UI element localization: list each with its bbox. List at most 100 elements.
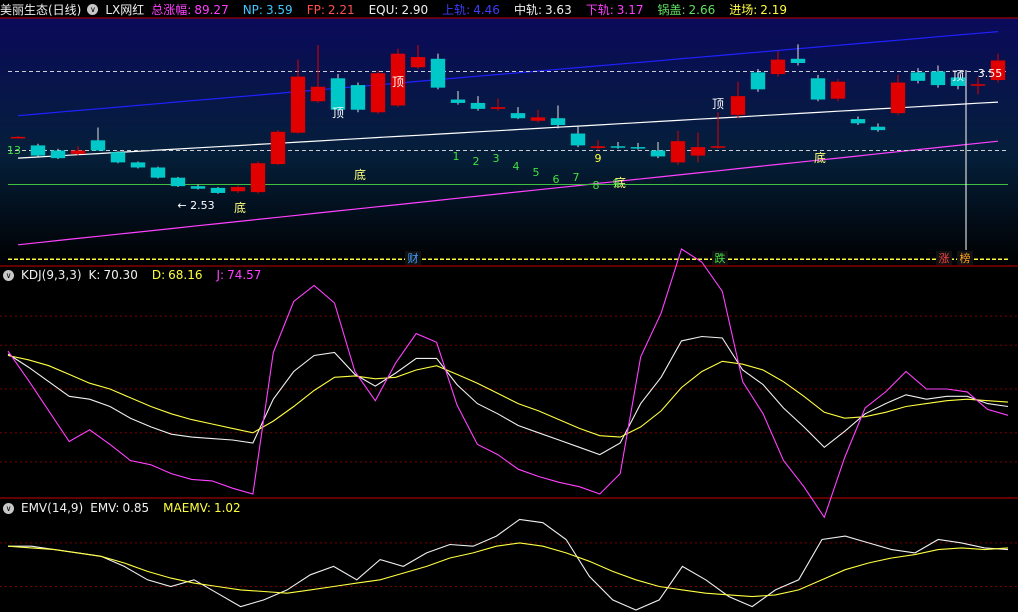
bottom-signal-label: 底 bbox=[234, 200, 246, 215]
main-item: FP: 2.21 bbox=[307, 3, 362, 17]
kdj-menu-icon[interactable]: ∨ bbox=[3, 269, 14, 281]
emv-series-emv bbox=[8, 518, 1009, 611]
candle-body bbox=[90, 140, 106, 151]
candle-body bbox=[130, 162, 146, 168]
main-item: 进场: 2.19 bbox=[729, 3, 794, 17]
emv-title[interactable]: EMV(14,9) bbox=[21, 501, 83, 515]
candle-body bbox=[550, 118, 566, 126]
emv-value: 0.85 bbox=[122, 501, 150, 515]
candle-body bbox=[430, 58, 446, 88]
main-item: EQU: 2.90 bbox=[369, 3, 436, 17]
main-label: 锅盖: bbox=[657, 2, 686, 17]
candle-body bbox=[150, 167, 166, 178]
candle-body bbox=[250, 163, 266, 193]
candle-body bbox=[690, 147, 706, 156]
candle-body bbox=[350, 85, 366, 110]
top-signal-label: 顶 bbox=[332, 106, 344, 120]
candle bbox=[110, 151, 126, 164]
main-value: 3.63 bbox=[544, 2, 572, 17]
candle-body bbox=[50, 150, 66, 159]
emv-series-maemv bbox=[7, 542, 1009, 598]
main-label: 进场: bbox=[729, 2, 758, 17]
emv-menu-icon[interactable]: ∨ bbox=[3, 502, 14, 514]
emv-values: EMV: 0.85 MAEMV: 1.02 bbox=[90, 501, 254, 515]
count-label: 3 bbox=[493, 152, 500, 165]
candle-body bbox=[530, 117, 546, 121]
candle-body bbox=[910, 72, 926, 81]
main-value: 2.21 bbox=[327, 2, 355, 17]
top-signal-label: 顶 bbox=[952, 69, 964, 83]
candle bbox=[150, 166, 166, 179]
candle-body bbox=[770, 59, 786, 75]
main-value: 2.90 bbox=[401, 2, 429, 17]
count-label: 13 bbox=[7, 144, 21, 157]
kdj-item: J: 74.57 bbox=[216, 268, 268, 282]
main-label: 下轨: bbox=[585, 2, 614, 17]
candle-body bbox=[870, 126, 886, 131]
emv-label: EMV: bbox=[90, 501, 120, 515]
candle-body bbox=[210, 187, 226, 193]
candle-body bbox=[750, 72, 766, 90]
emv-indicator-bar: ∨ EMV(14,9) EMV: 0.85 MAEMV: 1.02 bbox=[0, 499, 262, 517]
candle bbox=[810, 74, 826, 102]
bottom-signal-label: 底 bbox=[814, 150, 826, 165]
indicator-name[interactable]: LX网红 bbox=[105, 1, 144, 18]
main-label: 总涨幅: bbox=[151, 2, 192, 17]
chart-canvas[interactable]: 顶顶顶顶底底底底1 2 34 56 78 9913← 2.533.55财跌涨榜 bbox=[0, 0, 1018, 612]
main-item: 上轨: 4.46 bbox=[442, 3, 507, 17]
candle bbox=[370, 70, 386, 114]
kdj-series-k bbox=[7, 335, 1009, 456]
main-indicator-values: 总涨幅: 89.27 NP: 3.59 FP: 2.21 EQU: 2.90 上轨: 4.46 中轨… bbox=[151, 1, 801, 18]
candle-body bbox=[890, 82, 906, 114]
main-label: FP: bbox=[306, 2, 325, 17]
candle-body bbox=[290, 76, 306, 133]
candle bbox=[170, 176, 186, 188]
top-signal-label: 顶 bbox=[392, 75, 404, 89]
candle-body bbox=[10, 136, 26, 139]
candle-body bbox=[650, 150, 666, 157]
candle bbox=[350, 82, 366, 113]
candle-body bbox=[610, 146, 626, 148]
candle-body bbox=[170, 177, 186, 187]
candle-body bbox=[810, 78, 826, 100]
high-price-label: 3.55 bbox=[978, 67, 1003, 80]
candle-body bbox=[730, 96, 746, 115]
main-value: 3.17 bbox=[616, 2, 644, 17]
candle-body bbox=[110, 152, 126, 163]
emv-item: MAEMV: 1.02 bbox=[163, 501, 248, 515]
candle-body bbox=[490, 107, 506, 109]
stock-name[interactable]: 美丽生态(日线) bbox=[0, 1, 81, 18]
candle-body bbox=[710, 146, 726, 148]
kdj-title[interactable]: KDJ(9,3,3) bbox=[21, 268, 82, 282]
candle-body bbox=[970, 84, 986, 86]
candle bbox=[830, 79, 846, 102]
count-label: 7 bbox=[573, 171, 580, 184]
count-label: 9 bbox=[595, 152, 602, 165]
candle-body bbox=[510, 113, 526, 119]
kdj-series-j bbox=[7, 248, 1009, 519]
kdj-value: 74.57 bbox=[227, 268, 262, 282]
count-label: 1 bbox=[453, 150, 460, 163]
main-item: 中轨: 3.63 bbox=[514, 3, 579, 17]
candle bbox=[430, 53, 446, 90]
candle-body bbox=[330, 78, 346, 110]
candle-body bbox=[310, 86, 326, 102]
main-indicator-bar: 美丽生态(日线) ∨ LX网红 总涨幅: 89.27 NP: 3.59 FP: 2.21 E… bbox=[0, 0, 808, 18]
emv-value: 1.02 bbox=[213, 501, 241, 515]
candle-body bbox=[450, 99, 466, 103]
indicator-menu-icon[interactable]: ∨ bbox=[87, 3, 99, 15]
main-label: 上轨: bbox=[442, 2, 471, 17]
event-marker-label: 财 bbox=[408, 251, 419, 265]
candle bbox=[270, 130, 286, 165]
event-marker-label: 跌 bbox=[715, 251, 726, 265]
candle bbox=[30, 143, 46, 157]
candle-body bbox=[270, 131, 286, 165]
kdj-label: K: bbox=[88, 268, 101, 282]
main-value: 89.27 bbox=[194, 2, 229, 17]
main-label: NP: bbox=[242, 2, 263, 17]
kdj-values: K: 70.30 D: 68.16 J: 74.57 bbox=[89, 268, 276, 282]
candle-body bbox=[190, 186, 206, 189]
main-item: 锅盖: 2.66 bbox=[657, 3, 722, 17]
candle-body bbox=[370, 73, 386, 113]
count-label: 5 bbox=[533, 166, 540, 179]
